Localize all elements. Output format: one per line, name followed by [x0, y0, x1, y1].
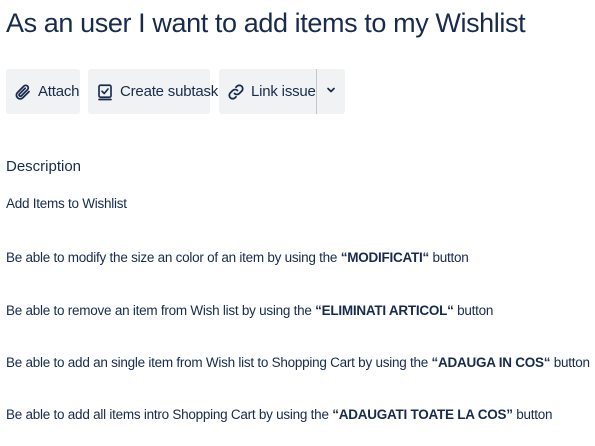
- description-text: Be able to add all items intro Shopping …: [6, 407, 333, 422]
- link-icon: [227, 83, 245, 101]
- issue-page: As an user I want to add items to my Wis…: [0, 0, 595, 446]
- attach-button[interactable]: Attach: [6, 69, 80, 114]
- button-name-bold: “MODIFICATI“: [340, 250, 430, 265]
- attach-label: Attach: [38, 83, 80, 100]
- description-text: button: [428, 250, 469, 265]
- description-line: Be able to modify the size an color of a…: [6, 250, 469, 265]
- button-name-bold: “ADAUGA IN COS“: [431, 355, 551, 370]
- create-subtask-label: Create subtask: [120, 83, 219, 100]
- link-issue-label: Link issue: [251, 83, 316, 100]
- description-text: Be able to modify the size an color of a…: [6, 250, 341, 265]
- description-text: button: [550, 355, 590, 370]
- description-summary: Add Items to Wishlist: [6, 196, 127, 211]
- description-text: button: [453, 303, 494, 318]
- description-line: Be able to add an single item from Wish …: [6, 355, 590, 370]
- description-heading: Description: [6, 158, 82, 175]
- more-actions-button[interactable]: [317, 69, 345, 114]
- link-issue-button[interactable]: Link issue: [219, 69, 316, 114]
- description-line: Be able to add all items intro Shopping …: [6, 407, 553, 422]
- subtask-checkbox-icon: [96, 83, 114, 101]
- description-line: Be able to remove an item from Wish list…: [6, 303, 493, 318]
- issue-title[interactable]: As an user I want to add items to my Wis…: [6, 8, 526, 39]
- button-name-bold: “ELIMINATI ARTICOL“: [315, 303, 454, 318]
- description-text: button: [512, 407, 553, 422]
- paperclip-icon: [14, 83, 32, 101]
- create-subtask-button[interactable]: Create subtask: [88, 69, 218, 114]
- description-text: Be able to remove an item from Wish list…: [6, 303, 316, 318]
- issue-toolbar: Attach Create subtask Link issue: [6, 69, 345, 114]
- button-name-bold: “ADAUGATI TOATE LA COS”: [332, 407, 513, 422]
- chevron-down-icon: [325, 83, 337, 100]
- link-issue-split-button: Link issue: [219, 69, 345, 114]
- description-text: Be able to add an single item from Wish …: [6, 355, 432, 370]
